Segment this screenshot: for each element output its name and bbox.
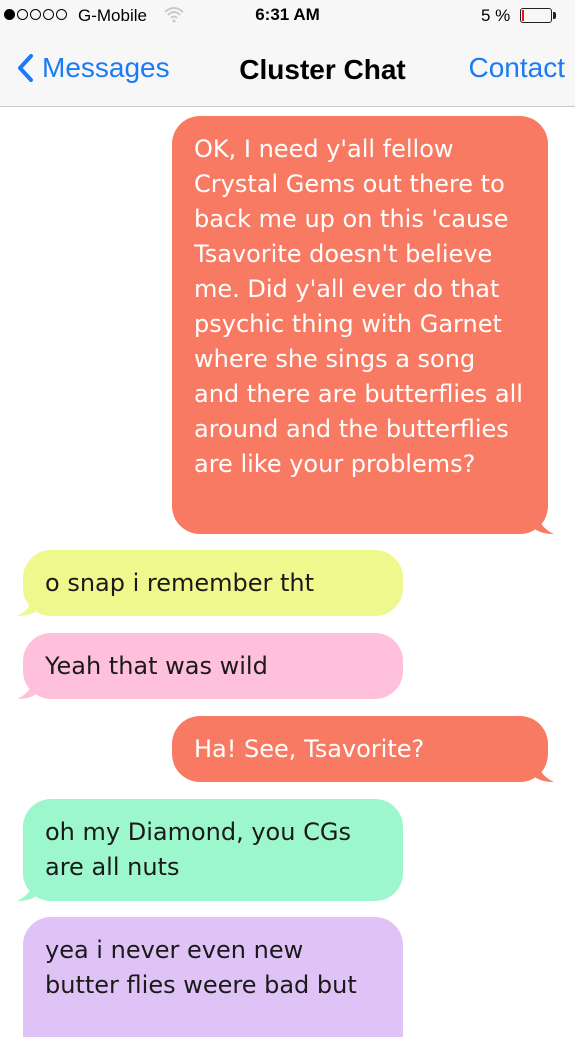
chevron-left-icon [18,54,33,82]
bubble-tail [532,512,554,534]
conversation-title-text: Cluster Chat [239,54,406,85]
message-text: Yeah that was wild [45,652,268,680]
bubble-tail [532,760,554,782]
signal-dot [17,9,28,20]
message-text: OK, I need y'all fellow Crystal Gems out… [194,135,523,478]
message-bubble-outgoing[interactable]: OK, I need y'all fellow Crystal Gems out… [172,116,554,534]
message-bubble-incoming[interactable]: oh my Diamond, you CGs are all nuts [17,799,403,901]
signal-dot [43,9,54,20]
message-bubble-outgoing[interactable]: Ha! See, Tsavorite? [172,716,554,782]
carrier-name: G-Mobile [78,6,147,25]
bubble-tail [17,677,39,699]
signal-strength-icon [4,9,67,20]
status-bar: G-Mobile 6:31 AM 5 % [0,0,575,32]
battery-percent: 5 % [481,6,511,25]
message-text: yea i never even new butter flies weere … [45,936,357,999]
message-bubble-incoming[interactable]: Yeah that was wild [17,633,403,699]
signal-dot [4,9,15,20]
message-text: Ha! See, Tsavorite? [194,735,425,763]
signal-dot [30,9,41,20]
bubble-tail [17,594,39,616]
signal-dot [56,9,67,20]
message-bubble-incoming[interactable]: yea i never even new butter flies weere … [23,917,403,1037]
back-button[interactable]: Messages [16,52,170,84]
contact-button[interactable]: Contact [469,52,566,84]
battery-cap [553,12,556,19]
back-button-label: Messages [42,52,170,83]
nav-bar: Messages Cluster Chat Contact [0,32,575,107]
message-text: oh my Diamond, you CGs are all nuts [45,818,351,881]
bubble-tail [17,879,39,901]
message-bubble-incoming[interactable]: o snap i remember tht [17,550,403,616]
battery-icon [520,8,552,23]
wifi-icon [164,7,184,23]
message-text: o snap i remember tht [45,569,315,597]
